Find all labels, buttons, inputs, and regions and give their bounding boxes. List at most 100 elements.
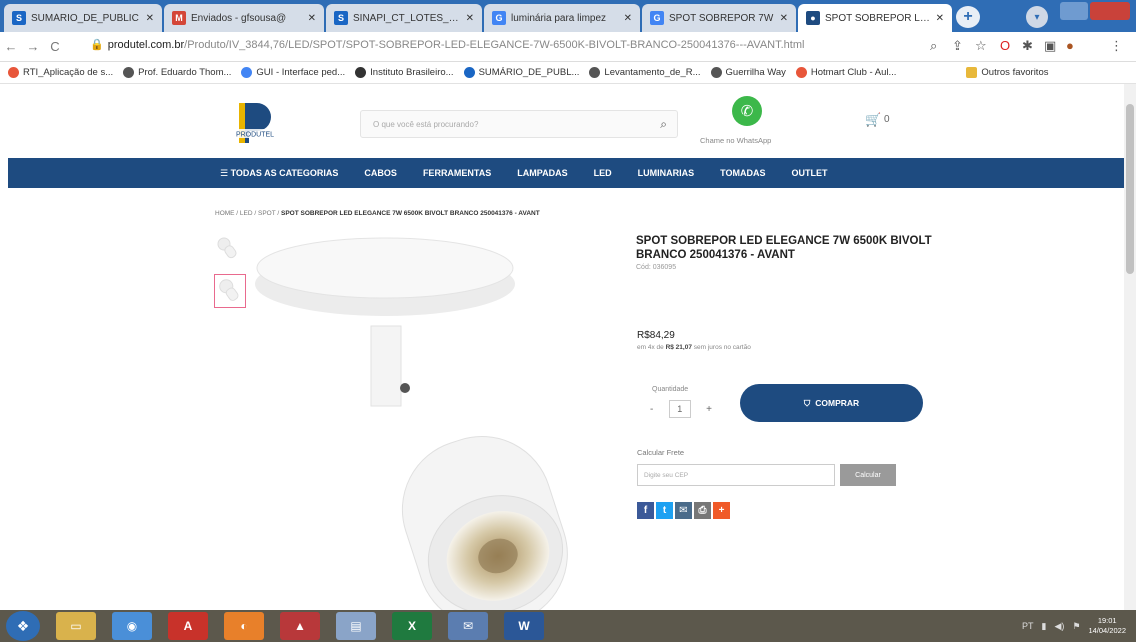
bookmark-item[interactable]: Prof. Eduardo Thom... [123, 67, 231, 78]
menu-kebab-icon[interactable]: ⋮ [1110, 38, 1123, 54]
gmail-icon: M [172, 11, 186, 25]
search-input[interactable]: O que você está procurando? ⌕ [360, 110, 678, 138]
menu-lampadas[interactable]: LAMPADAS [517, 168, 567, 178]
acrobat-icon[interactable]: A [168, 612, 208, 640]
scrollbar-thumb[interactable] [1126, 104, 1134, 274]
close-icon[interactable]: ✕ [936, 13, 944, 24]
close-icon[interactable]: ✕ [780, 13, 788, 24]
menu-cabos[interactable]: CABOS [364, 168, 397, 178]
installments-text: em 4x de R$ 21,07 sem juros no cartão [637, 344, 751, 351]
menu-led[interactable]: LED [594, 168, 612, 178]
twitter-icon[interactable]: t [656, 502, 673, 519]
new-tab-button[interactable]: + [956, 6, 980, 28]
search-page-icon[interactable]: ⌕ [930, 38, 937, 54]
close-icon[interactable]: ✕ [146, 13, 154, 24]
firefox-icon[interactable]: ◐ [224, 612, 264, 640]
print-icon[interactable]: ⎙ [694, 502, 711, 519]
category-menu: ☰ TODAS AS CATEGORIAS CABOS FERRAMENTAS … [8, 158, 1128, 188]
bookmark-item[interactable]: Instituto Brasileiro... [355, 67, 454, 78]
whatsapp-icon[interactable]: ✆ [732, 96, 762, 126]
forward-icon[interactable]: → [22, 39, 44, 54]
volume-icon[interactable]: ◀) [1054, 621, 1064, 632]
close-icon[interactable]: ✕ [624, 13, 632, 24]
browser-tab[interactable]: S SINAPI_CT_LOTES_FOR ✕ [326, 4, 482, 32]
product-thumbnail-selected[interactable] [214, 274, 246, 308]
clock[interactable]: 19:01 14/04/2022 [1088, 616, 1126, 636]
decrement-button[interactable]: - [650, 404, 653, 415]
logo-text: PRODUTEL [236, 132, 274, 139]
tab-strip: S SUMÁRIO_DE_PUBLIC ✕ M Enviados - gfsousa@… [0, 0, 1136, 32]
product-price: R$84,29 [637, 330, 675, 341]
file-explorer-icon[interactable]: ▭ [56, 612, 96, 640]
excel-icon[interactable]: X [392, 612, 432, 640]
bookmark-item[interactable]: SUMÁRIO_DE_PUBL... [463, 67, 579, 78]
menu-tomadas[interactable]: TOMADAS [720, 168, 765, 178]
bookmark-item[interactable]: Levantamento_de_R... [589, 67, 701, 78]
start-button[interactable]: ❖ [6, 611, 40, 641]
bookmark-item[interactable]: RTI_Aplicação de s... [8, 67, 113, 78]
breadcrumb: HOME / LED / SPOT / SPOT SOBREPOR LED EL… [215, 210, 540, 217]
quantity-stepper: - 1 + [650, 400, 712, 418]
lock-icon: 🔒 [90, 39, 104, 51]
url-field[interactable]: 🔒 produtel.com.br/Produto/IV_3844,76/LED/… [90, 38, 930, 51]
share-buttons: f t ✉ ⎙ + [637, 502, 730, 519]
browser-tab[interactable]: S SUMÁRIO_DE_PUBLIC ✕ [4, 4, 162, 32]
product-code: Cód: 036095 [636, 264, 677, 271]
extensions-icon[interactable]: ✱ [1022, 38, 1033, 54]
more-share-icon[interactable]: + [713, 502, 730, 519]
back-icon[interactable]: ← [0, 39, 22, 54]
calculate-shipping-button[interactable]: Calcular [840, 464, 896, 486]
email-icon[interactable]: ✉ [675, 502, 692, 519]
scrollbar[interactable] [1124, 84, 1136, 610]
bag-icon: ⛉ [803, 397, 811, 408]
browser-tab[interactable]: Gluminária para limpez ✕ [484, 4, 640, 32]
globe-icon [589, 67, 601, 78]
bookmarks-bar: RTI_Aplicação de s... Prof. Eduardo Thom… [0, 62, 1136, 84]
minimize-button[interactable] [1060, 2, 1088, 20]
buy-button[interactable]: ⛉ COMPRAR [740, 384, 923, 422]
produtel-logo[interactable]: PRODUTEL [225, 99, 285, 147]
menu-outlet[interactable]: OUTLET [791, 168, 827, 178]
increment-button[interactable]: + [706, 404, 712, 415]
close-icon[interactable]: ✕ [466, 13, 474, 24]
facebook-icon[interactable]: f [637, 502, 654, 519]
menu-luminarias[interactable]: LUMINARIAS [638, 168, 695, 178]
window-controls [1010, 2, 1130, 24]
reading-list-icon[interactable]: ▣ [1044, 38, 1056, 54]
share-icon[interactable]: ⇪ [952, 38, 963, 54]
site-favicon-icon: ● [806, 11, 820, 25]
web-page: PRODUTEL O que você está procurando? ⌕ ✆ … [0, 84, 1136, 610]
close-window-button[interactable] [1090, 2, 1130, 20]
cart-icon[interactable]: 🛒 [865, 112, 881, 128]
app-icon[interactable]: ▲ [280, 612, 320, 640]
whatsapp-label[interactable]: Chame no WhatsApp [700, 136, 771, 145]
outlook-icon[interactable]: ✉ [448, 612, 488, 640]
bookmark-folder[interactable]: Outros favoritos [966, 67, 1048, 78]
chrome-icon[interactable]: ◉ [112, 612, 152, 640]
notepad-icon[interactable]: ▤ [336, 612, 376, 640]
opera-extension-icon[interactable]: O [1000, 38, 1010, 53]
flag-icon[interactable]: ⚑ [1072, 621, 1080, 632]
menu-ferramentas[interactable]: FERRAMENTAS [423, 168, 491, 178]
quantity-input[interactable]: 1 [668, 400, 691, 418]
reload-icon[interactable]: C [44, 39, 66, 54]
bookmark-item[interactable]: Guerrilha Way [710, 67, 786, 78]
bookmark-item[interactable]: GUI - Interface ped... [241, 67, 345, 78]
close-icon[interactable]: ✕ [308, 13, 316, 24]
bookmark-item[interactable]: Hotmart Club - Aul... [795, 67, 896, 78]
menu-all-categories[interactable]: ☰ TODAS AS CATEGORIAS [220, 168, 338, 179]
browser-tab-active[interactable]: ● SPOT SOBREPOR LED ✕ [798, 4, 952, 32]
product-title: SPOT SOBREPOR LED ELEGANCE 7W 6500K BIVO… [636, 235, 932, 261]
word-icon[interactable]: W [504, 612, 544, 640]
bookmark-icon [355, 67, 367, 78]
cep-input[interactable]: Digite seu CEP [637, 464, 835, 486]
avatar[interactable]: ● [1066, 38, 1074, 53]
browser-tab[interactable]: G SPOT SOBREPOR 7W ✕ [642, 4, 796, 32]
star-icon[interactable]: ☆ [975, 38, 987, 54]
tab-favicon-icon: S [12, 11, 26, 25]
language-icon[interactable]: PT [1022, 621, 1034, 631]
browser-tab[interactable]: M Enviados - gfsousa@ ✕ [164, 4, 324, 32]
product-thumbnail[interactable] [216, 236, 242, 262]
network-icon[interactable]: ▮ [1042, 621, 1047, 632]
search-icon[interactable]: ⌕ [660, 117, 667, 132]
